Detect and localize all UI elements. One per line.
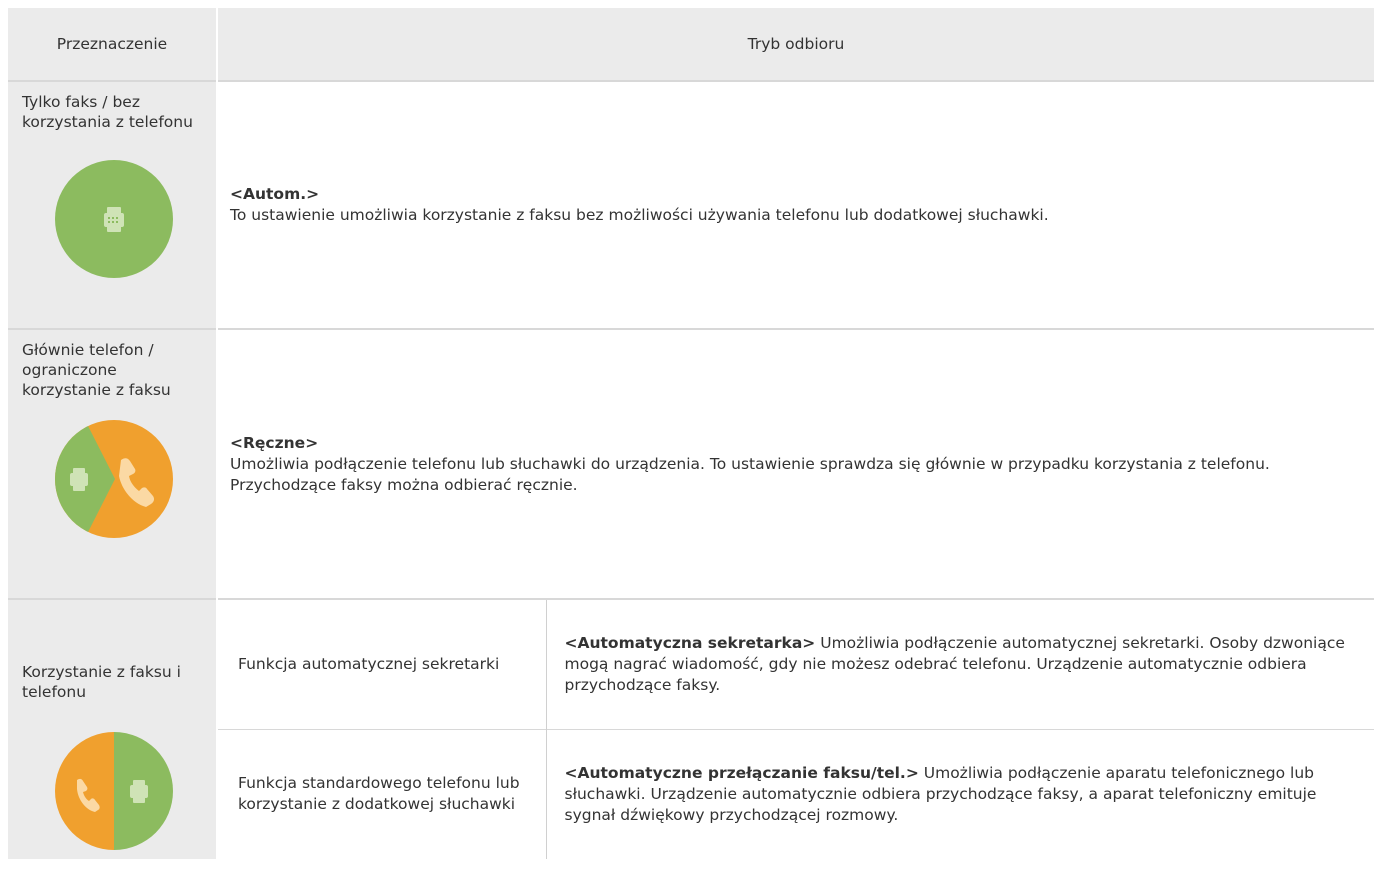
mode-cell: <Automatyczna sekretarka> Umożliwia podł… xyxy=(546,598,1374,729)
phone-mostly-icon xyxy=(55,420,173,538)
fax-only-icon xyxy=(55,160,173,278)
function-cell: Funkcja automatycznej sekretarki xyxy=(217,598,547,729)
fax-and-phone-icon xyxy=(55,732,173,850)
mode-text: Umożliwia podłączenie telefonu lub słuch… xyxy=(230,454,1270,494)
purpose-label: Tylko faks / bez korzystania z telefonu xyxy=(22,93,193,131)
mode-title: <Automatyczna sekretarka> xyxy=(564,633,816,652)
mode-cell: <Automatyczne przełączanie faksu/tel.> U… xyxy=(546,728,1374,859)
mode-title: <Ręczne> xyxy=(230,433,319,452)
header-mode: Tryb odbioru xyxy=(217,8,1374,81)
receive-mode-table: Przeznaczenie Tryb odbioru Tylko faks / … xyxy=(8,8,1374,859)
function-cell: Funkcja standardowego telefonu lub korzy… xyxy=(217,728,547,859)
mode-text: To ustawienie umożliwia korzystanie z fa… xyxy=(230,206,1049,224)
mode-cell: <Autom.> To ustawienie umożliwia korzyst… xyxy=(217,80,1374,329)
mode-title: <Autom.> xyxy=(230,185,320,203)
purpose-cell: Tylko faks / bez korzystania z telefonu xyxy=(8,80,218,329)
purpose-cell: Głównie telefon / ograniczone korzystani… xyxy=(8,328,218,599)
mode-title: <Automatyczne przełączanie faksu/tel.> xyxy=(564,763,919,782)
purpose-label: Korzystanie z faksu i telefonu xyxy=(22,663,181,701)
purpose-cell: Korzystanie z faksu i telefonu xyxy=(8,598,218,859)
purpose-label: Głównie telefon / ograniczone korzystani… xyxy=(22,341,171,399)
mode-cell: <Ręczne> Umożliwia podłączenie telefonu … xyxy=(217,328,1374,599)
header-purpose: Przeznaczenie xyxy=(8,8,218,81)
